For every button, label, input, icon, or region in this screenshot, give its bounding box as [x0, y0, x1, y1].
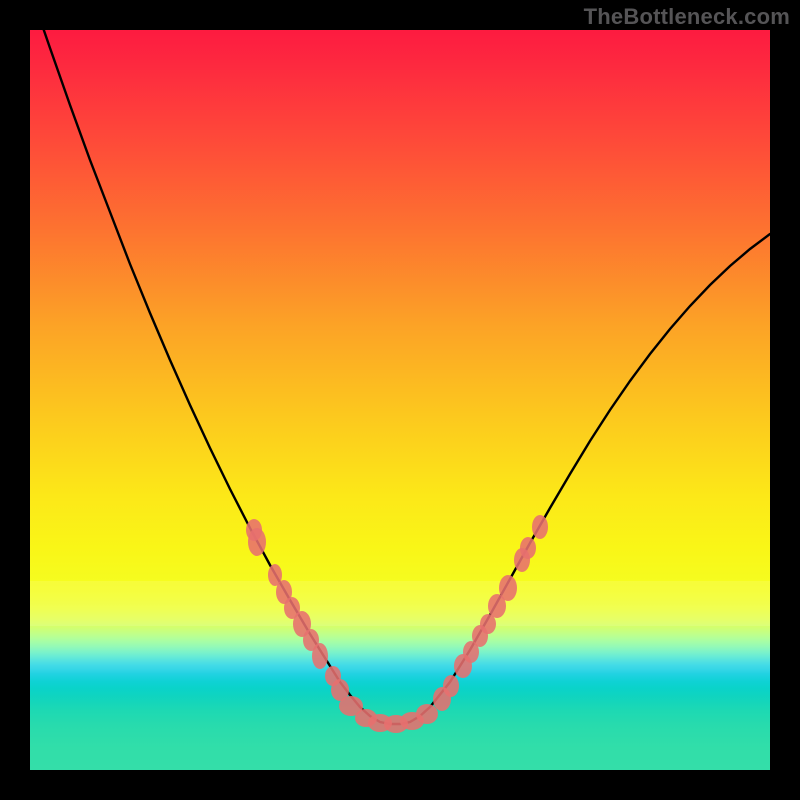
curve-svg	[30, 30, 770, 770]
curve-marker	[499, 575, 517, 601]
curve-marker	[520, 537, 536, 559]
curve-markers	[246, 515, 548, 733]
curve-marker	[416, 704, 438, 724]
curve-marker	[312, 643, 328, 669]
curve-marker	[532, 515, 548, 539]
curve-marker	[248, 528, 266, 556]
watermark-text: TheBottleneck.com	[584, 4, 790, 30]
chart-frame: TheBottleneck.com	[0, 0, 800, 800]
plot-area	[30, 30, 770, 770]
curve-marker	[443, 675, 459, 697]
bottleneck-curve	[30, 30, 770, 724]
